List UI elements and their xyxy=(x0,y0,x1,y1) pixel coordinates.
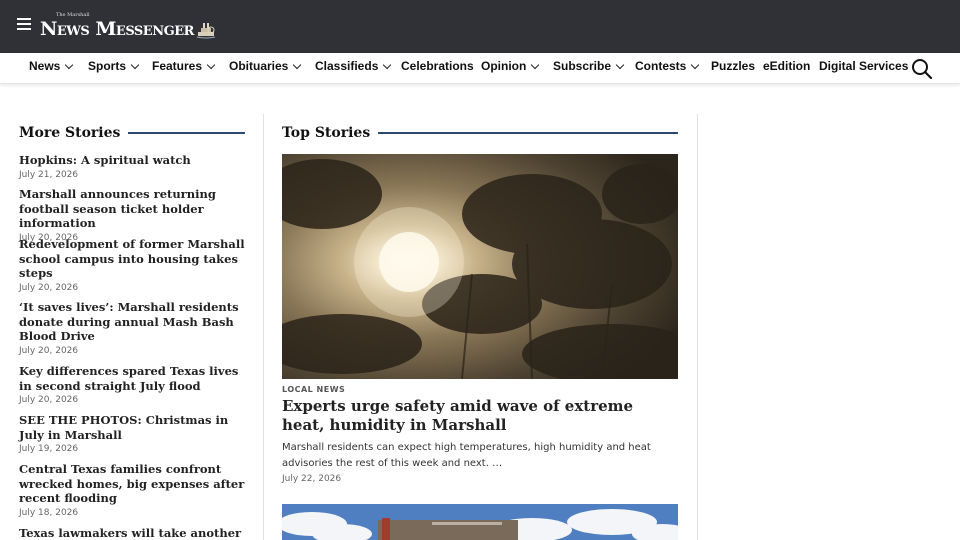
chevron-down-icon xyxy=(65,60,74,69)
nav-item-label: Opinion xyxy=(481,59,527,73)
nav-item-label: Puzzles xyxy=(711,59,756,73)
story-title[interactable]: Texas lawmakers will take another xyxy=(19,526,249,540)
more-stories-header: More Stories xyxy=(19,125,245,141)
story-image[interactable] xyxy=(282,504,678,540)
section-rule xyxy=(378,132,678,134)
lead-story-headline[interactable]: Experts urge safety amid wave of extreme… xyxy=(282,397,678,434)
nav-item-label: Classifieds xyxy=(315,59,379,73)
nav-item-label: Digital Services xyxy=(819,59,909,73)
nav-item-celebrations[interactable]: Celebrations xyxy=(401,59,474,73)
nav-item-label: News xyxy=(29,59,61,73)
story-date: July 20, 2026 xyxy=(19,395,79,405)
nav-item-label: Obituaries xyxy=(229,59,289,73)
nav-item-classifieds[interactable]: Classifieds xyxy=(315,59,392,73)
nav-item-subscribe[interactable]: Subscribe xyxy=(553,59,625,73)
search-icon[interactable] xyxy=(911,58,933,80)
list-item[interactable]: Key differences spared Texas lives in se… xyxy=(19,364,249,406)
nav-item-sports[interactable]: Sports xyxy=(88,59,140,73)
nav-item-eedition[interactable]: eEdition xyxy=(763,59,810,73)
chevron-down-icon xyxy=(383,60,392,69)
logo-small-text: The Marshall xyxy=(56,12,90,18)
story-title[interactable]: ‘It saves lives’: Marshall residents don… xyxy=(19,300,249,344)
nav-item-label: Celebrations xyxy=(401,59,474,73)
chevron-down-icon xyxy=(130,60,140,69)
site-logo[interactable]: The Marshall News Messenger xyxy=(40,12,216,40)
site-header: The Marshall News Messenger xyxy=(0,0,960,53)
nav-item-label: eEdition xyxy=(763,59,811,73)
nav-item-news[interactable]: News xyxy=(29,59,74,73)
nav-item-label: Contests xyxy=(635,59,687,73)
top-stories-title: Top Stories xyxy=(282,125,371,141)
list-item[interactable]: Marshall announces returning football se… xyxy=(19,187,249,244)
chevron-down-icon xyxy=(293,60,302,69)
logo-text: News Messenger xyxy=(40,18,194,40)
story-date: July 18, 2026 xyxy=(19,507,79,518)
top-stories-header: Top Stories xyxy=(282,125,678,141)
nav-item-label: Sports xyxy=(88,59,127,73)
nav-item-label: Subscribe xyxy=(553,59,612,73)
story-title[interactable]: Central Texas families confront wrecked … xyxy=(19,462,249,506)
nav-item-obituaries[interactable]: Obituaries xyxy=(229,59,302,73)
lead-story-image[interactable] xyxy=(282,154,678,379)
more-stories-title: More Stories xyxy=(19,125,121,141)
steamboat-icon xyxy=(196,23,216,39)
chevron-down-icon xyxy=(206,60,216,69)
list-item[interactable]: Texas lawmakers will take another xyxy=(19,526,249,540)
nav-item-puzzles[interactable]: Puzzles xyxy=(711,59,755,73)
story-date: July 19, 2026 xyxy=(19,444,79,454)
story-category[interactable]: LOCAL NEWS xyxy=(282,385,345,394)
story-date: July 20, 2026 xyxy=(19,282,79,293)
nav-item-label: Features xyxy=(152,59,203,73)
chevron-down-icon xyxy=(531,60,540,69)
nav-item-features[interactable]: Features xyxy=(152,59,216,73)
list-item[interactable]: Redevelopment of former Marshall school … xyxy=(19,237,249,294)
list-item[interactable]: SEE THE PHOTOS: Christmas in July in Mar… xyxy=(19,413,249,455)
story-title[interactable]: Hopkins: A spiritual watch xyxy=(19,153,249,168)
story-title[interactable]: Key differences spared Texas lives in se… xyxy=(19,364,249,393)
story-date: July 20, 2026 xyxy=(19,345,79,356)
nav-item-opinion[interactable]: Opinion xyxy=(481,59,540,73)
story-title[interactable]: SEE THE PHOTOS: Christmas in July in Mar… xyxy=(19,413,249,442)
main-nav xyxy=(0,53,960,84)
nav-item-contests[interactable]: Contests xyxy=(635,59,700,73)
list-item[interactable]: Central Texas families confront wrecked … xyxy=(19,462,249,519)
story-title[interactable]: Marshall announces returning football se… xyxy=(19,187,249,231)
column-divider-left xyxy=(263,114,264,540)
lead-story-date: July 22, 2026 xyxy=(282,474,342,484)
section-rule xyxy=(128,132,245,134)
list-item[interactable]: ‘It saves lives’: Marshall residents don… xyxy=(19,300,249,357)
list-item[interactable]: Hopkins: A spiritual watch July 21, 2026 xyxy=(19,153,249,181)
lead-story-summary: Marshall residents can expect high tempe… xyxy=(282,442,651,469)
story-title[interactable]: Redevelopment of former Marshall school … xyxy=(19,237,249,281)
column-divider-right xyxy=(697,114,698,540)
nav-item-digital-services[interactable]: Digital Services xyxy=(819,59,908,73)
hamburger-menu-icon[interactable] xyxy=(17,18,31,32)
story-date: July 21, 2026 xyxy=(19,169,79,180)
chevron-down-icon xyxy=(691,60,700,69)
chevron-down-icon xyxy=(615,60,625,69)
